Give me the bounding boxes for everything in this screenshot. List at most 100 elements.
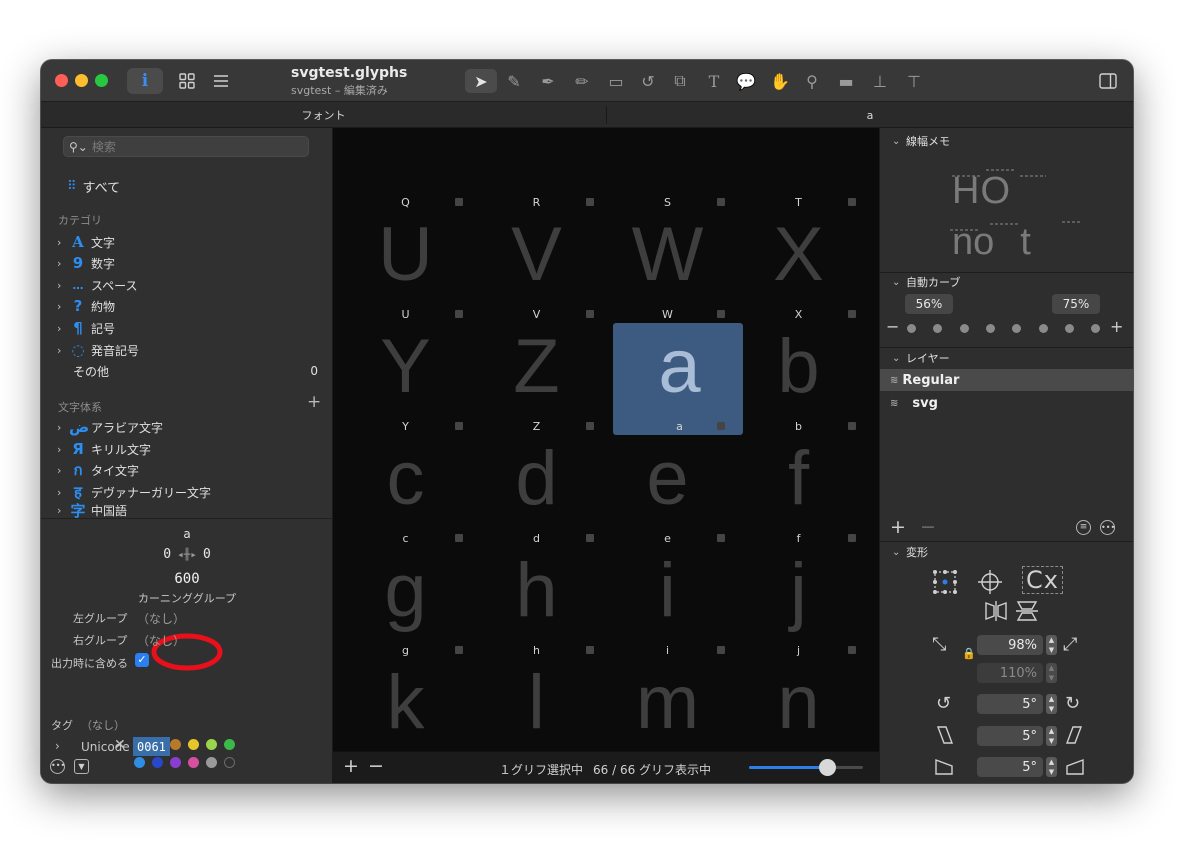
info-menu-button[interactable]: ▼: [74, 759, 89, 774]
add-glyph-button[interactable]: +: [343, 755, 359, 777]
annotation-tool-button[interactable]: 💬: [733, 69, 759, 93]
sidebar-item-marks[interactable]: › ◌ 発音記号: [57, 340, 139, 360]
color-swatch[interactable]: [170, 757, 181, 768]
primitives-tool-button[interactable]: ▭: [603, 69, 629, 93]
mirror-vertical-icon[interactable]: [1016, 600, 1038, 626]
layer-item-svg[interactable]: ≋ svg: [880, 392, 1133, 414]
rotate-tool-button[interactable]: ↺: [635, 69, 661, 93]
glyph-color-marker[interactable]: [455, 646, 463, 654]
more-options-button[interactable]: •••: [50, 759, 65, 774]
glyph-color-marker[interactable]: [848, 198, 856, 206]
unicode-field[interactable]: 0061: [133, 737, 170, 756]
skew-stepper[interactable]: ▲ ▼: [1046, 757, 1057, 777]
stem-header[interactable]: ⌄ 線幅メモ: [892, 133, 950, 149]
sidebar-item-numbers[interactable]: › 9 数字: [57, 253, 115, 273]
list-view-button[interactable]: [207, 68, 235, 94]
glyph-color-marker[interactable]: [586, 422, 594, 430]
measure-tool-button[interactable]: ▬: [833, 69, 859, 93]
sidebar-item-thai[interactable]: › ก タイ文字: [57, 460, 139, 480]
type-tool-button[interactable]: ⊤: [901, 69, 927, 93]
glyph-color-marker[interactable]: [848, 646, 856, 654]
grid-view-button[interactable]: [173, 68, 201, 94]
glyph-color-marker[interactable]: [455, 310, 463, 318]
layer-item-regular[interactable]: ≋ Regular: [880, 369, 1133, 391]
autocurve-step-dot[interactable]: [1012, 324, 1022, 333]
slant-field[interactable]: 5°: [977, 726, 1043, 746]
scale-field[interactable]: 98%: [977, 635, 1043, 655]
info-toggle-button[interactable]: i: [127, 68, 163, 94]
sidebar-item-letters[interactable]: › A 文字: [57, 232, 115, 252]
close-window-button[interactable]: [55, 74, 68, 87]
glyph-cell-V[interactable]: VV: [471, 211, 602, 323]
glyph-color-marker[interactable]: [586, 646, 594, 654]
glyph-cell-Y[interactable]: YY: [340, 323, 471, 435]
glyph-color-marker[interactable]: [717, 534, 725, 542]
unicode-chevron[interactable]: ›: [55, 739, 60, 753]
glyph-cell-U[interactable]: UU: [340, 211, 471, 323]
layers-header[interactable]: ⌄ レイヤー: [892, 350, 950, 366]
rotate-field[interactable]: 5°: [977, 694, 1043, 714]
rotate-stepper[interactable]: ▲ ▼: [1046, 694, 1057, 714]
skew-down-button[interactable]: [934, 758, 954, 780]
autocurve-step-dot[interactable]: [985, 324, 995, 333]
autocurve-step-dot[interactable]: [1064, 324, 1074, 333]
remove-glyph-button[interactable]: −: [368, 755, 384, 777]
sidebar-item-other[interactable]: その他 0: [73, 361, 318, 381]
glyph-color-marker[interactable]: [848, 534, 856, 542]
autocurve-step-dot[interactable]: [933, 324, 943, 333]
autocurve-increase-button[interactable]: +: [1110, 317, 1123, 336]
rsb-field[interactable]: 0: [203, 547, 211, 562]
glyph-cell-g[interactable]: gg: [340, 547, 471, 659]
glyph-cell-X[interactable]: XX: [733, 211, 864, 323]
glyph-cell-a[interactable]: aa: [602, 323, 743, 435]
sidebar-item-arabic[interactable]: › ض アラビア文字: [57, 417, 163, 437]
autocurve-min-field[interactable]: 56%: [905, 294, 953, 314]
glyph-color-marker[interactable]: [848, 310, 856, 318]
draw-tool-button[interactable]: ✒: [535, 69, 561, 93]
color-swatch[interactable]: [224, 757, 235, 768]
glyph-color-marker[interactable]: [586, 310, 594, 318]
color-swatch[interactable]: [206, 757, 217, 768]
layer-filter-button[interactable]: ≡: [1076, 520, 1091, 535]
rotate-ccw-button[interactable]: ↺: [936, 693, 951, 714]
zoom-slider-knob[interactable]: [818, 759, 836, 776]
bounding-box-icon[interactable]: [932, 569, 958, 599]
lsb-field[interactable]: 0: [163, 547, 171, 562]
sidebar-item-symbols[interactable]: › ¶ 記号: [57, 318, 115, 338]
glyph-name-field[interactable]: a: [41, 527, 333, 541]
layer-options-button[interactable]: •••: [1100, 520, 1115, 535]
autocurve-decrease-button[interactable]: −: [886, 317, 899, 336]
zoom-window-button[interactable]: [95, 74, 108, 87]
zoom-tool-button[interactable]: ⚲: [799, 69, 825, 93]
color-swatch[interactable]: [224, 739, 235, 750]
autocurve-step-dot[interactable]: [1038, 324, 1048, 333]
select-tool-button[interactable]: ➤: [465, 69, 497, 93]
glyph-color-marker[interactable]: [848, 422, 856, 430]
glyph-color-marker[interactable]: [717, 646, 725, 654]
glyph-cell-T[interactable]: T: [733, 128, 864, 211]
color-swatch[interactable]: [134, 757, 145, 768]
crosshair-origin-icon[interactable]: [977, 569, 1003, 599]
width-field[interactable]: 600: [41, 571, 333, 587]
glyph-cell-h[interactable]: hh: [471, 547, 602, 659]
autocurve-step-dot[interactable]: [959, 324, 969, 333]
glyph-cell-Z[interactable]: ZZ: [471, 323, 602, 435]
zoom-slider[interactable]: [749, 759, 863, 776]
tab-font[interactable]: フォント: [41, 102, 606, 128]
pencil-tool-button[interactable]: ✏: [569, 69, 595, 93]
select-all-layers-tool-button[interactable]: ✎: [501, 69, 527, 93]
glyph-cell-j[interactable]: jj: [733, 547, 864, 659]
autocurve-max-field[interactable]: 75%: [1052, 294, 1100, 314]
color-swatch[interactable]: [206, 739, 217, 750]
glyph-color-marker[interactable]: [586, 534, 594, 542]
search-input[interactable]: ⚲⌄ 検索: [63, 136, 309, 157]
glyph-color-marker[interactable]: [586, 198, 594, 206]
right-group-value[interactable]: （なし）: [137, 632, 185, 649]
slant-right-button[interactable]: [1065, 725, 1083, 749]
remove-layer-button[interactable]: −: [920, 516, 936, 538]
transform-header[interactable]: ⌄ 変形: [892, 544, 928, 560]
text-tool-button[interactable]: T: [701, 69, 727, 93]
minimize-window-button[interactable]: [75, 74, 88, 87]
color-swatch[interactable]: [152, 757, 163, 768]
glyph-color-marker[interactable]: [717, 198, 725, 206]
